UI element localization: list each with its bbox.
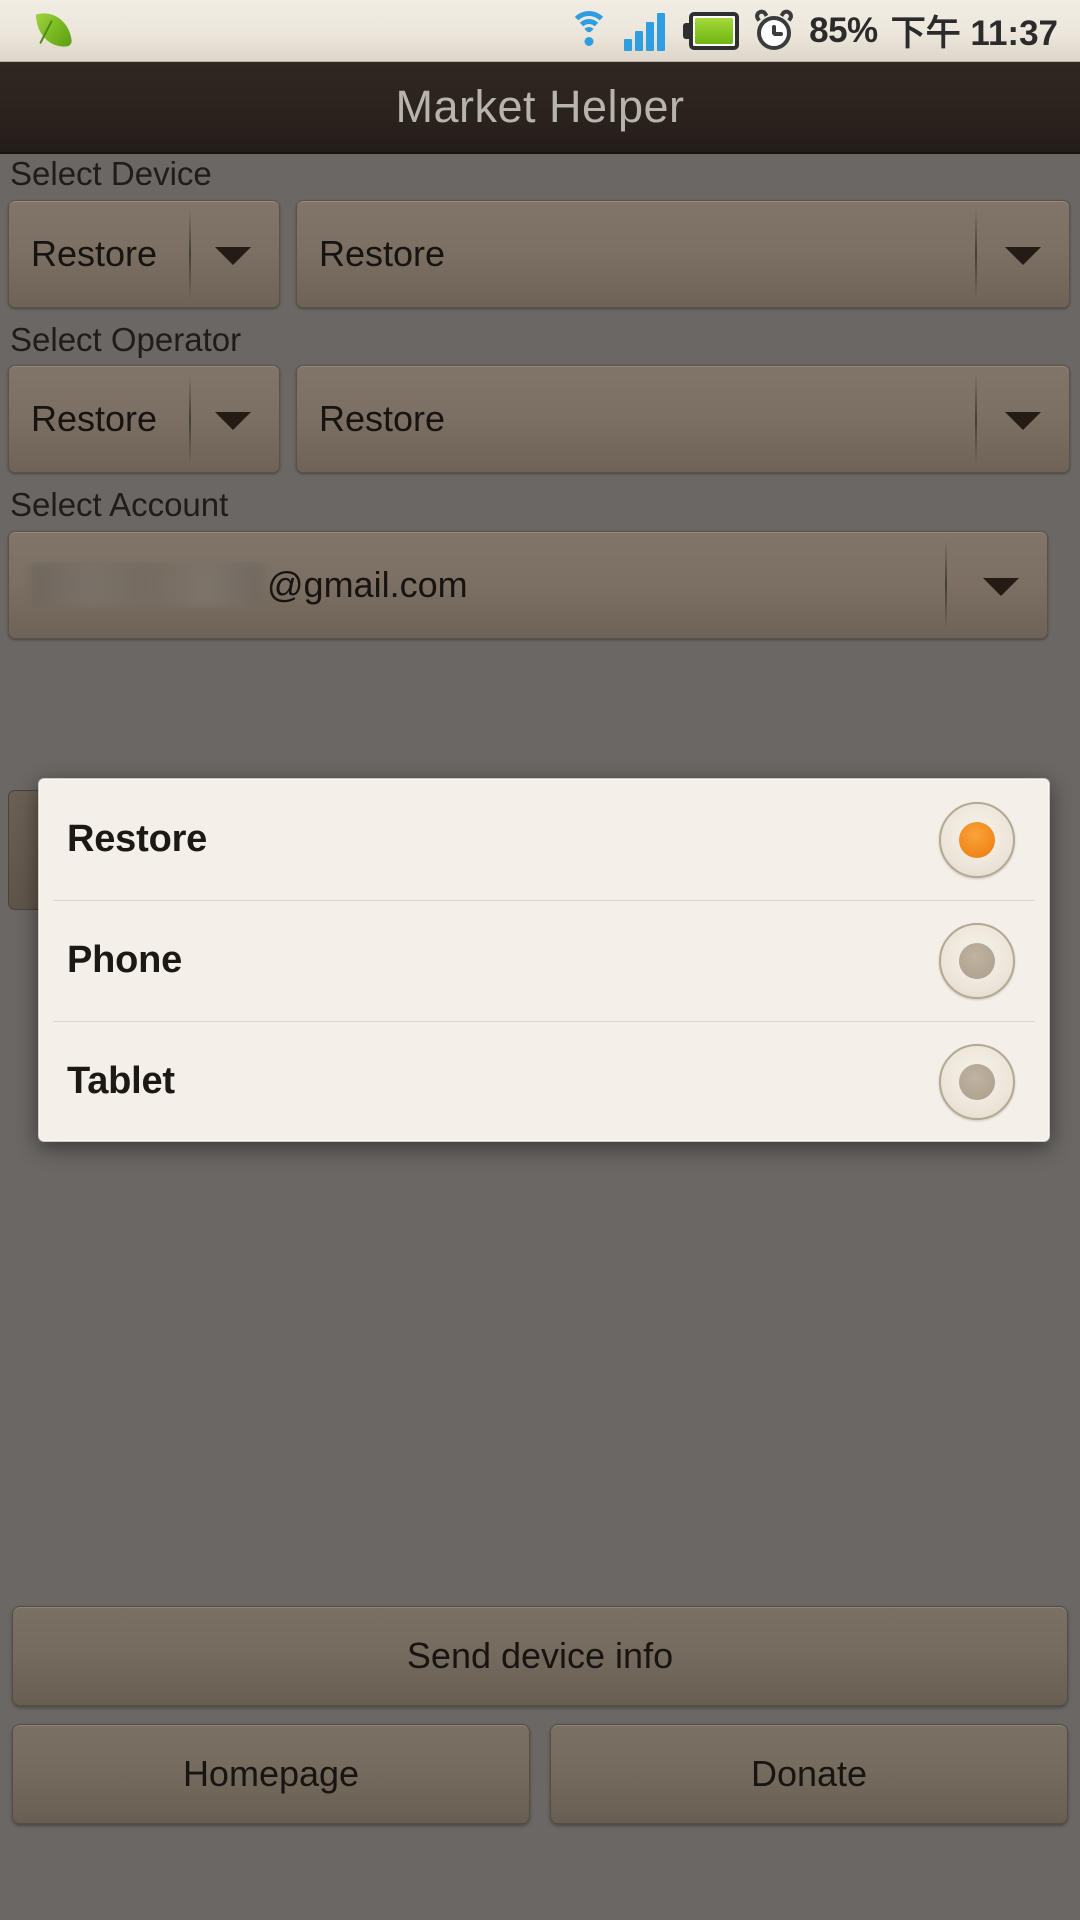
operator-country-spinner-value: Restore bbox=[31, 398, 158, 440]
dialog-option-tablet[interactable]: Tablet bbox=[39, 1021, 1049, 1141]
select-account-group: Select Account @gmail.com bbox=[0, 485, 1080, 639]
operator-name-spinner-value: Restore bbox=[319, 398, 446, 440]
operator-country-spinner[interactable]: Restore bbox=[8, 365, 280, 474]
select-device-group: Select Device Restore Restore bbox=[0, 154, 1080, 308]
account-spinner-value-wrap: @gmail.com bbox=[9, 561, 468, 608]
radio-button-restore[interactable] bbox=[939, 801, 1015, 878]
status-bar-right: 85% 下午 11:37 bbox=[567, 5, 1080, 56]
clock-label: 下午 11:37 bbox=[890, 14, 1058, 53]
bottom-button-row: Homepage Donate bbox=[12, 1724, 1068, 1824]
battery-icon bbox=[683, 11, 740, 50]
device-type-dialog: Restore Phone Tablet bbox=[38, 778, 1050, 1142]
select-operator-row: Restore Restore bbox=[0, 365, 1080, 474]
select-device-label: Select Device bbox=[10, 155, 212, 192]
radio-button-phone[interactable] bbox=[939, 922, 1015, 999]
device-model-spinner-value: Restore bbox=[319, 232, 446, 274]
select-operator-label: Select Operator bbox=[10, 320, 242, 358]
leaf-icon bbox=[34, 9, 74, 52]
spinner-divider bbox=[189, 208, 191, 299]
select-account-row: @gmail.com bbox=[0, 530, 1080, 639]
spinner-divider bbox=[975, 374, 977, 465]
account-spinner-value: @gmail.com bbox=[267, 563, 468, 605]
homepage-button[interactable]: Homepage bbox=[12, 1724, 530, 1824]
redacted-username bbox=[31, 561, 263, 608]
dialog-option-phone[interactable]: Phone bbox=[39, 900, 1049, 1021]
device-type-spinner-value: Restore bbox=[31, 232, 158, 274]
dialog-option-restore[interactable]: Restore bbox=[39, 779, 1049, 900]
dialog-option-label: Phone bbox=[67, 939, 183, 981]
page-title: Market Helper bbox=[395, 81, 685, 132]
chevron-down-icon bbox=[983, 577, 1019, 596]
chevron-down-icon bbox=[1005, 412, 1041, 431]
device-type-spinner[interactable]: Restore bbox=[8, 199, 280, 308]
device-model-spinner[interactable]: Restore bbox=[296, 199, 1070, 308]
radio-button-tablet[interactable] bbox=[939, 1043, 1015, 1120]
send-device-info-button[interactable]: Send device info bbox=[12, 1606, 1068, 1706]
chevron-down-icon bbox=[215, 412, 251, 431]
chevron-down-icon bbox=[1005, 246, 1041, 265]
select-device-row: Restore Restore bbox=[0, 199, 1080, 308]
dialog-option-label: Restore bbox=[67, 818, 208, 860]
app-title-bar: Market Helper bbox=[0, 62, 1080, 154]
spinner-divider bbox=[945, 539, 947, 630]
donate-button[interactable]: Donate bbox=[550, 1724, 1068, 1824]
select-account-label: Select Account bbox=[10, 486, 229, 524]
signal-bars-icon bbox=[624, 11, 670, 51]
select-operator-group: Select Operator Restore Restore bbox=[0, 320, 1080, 474]
operator-name-spinner[interactable]: Restore bbox=[296, 365, 1070, 474]
alarm-clock-icon bbox=[752, 6, 796, 52]
account-spinner[interactable]: @gmail.com bbox=[8, 530, 1048, 639]
status-bar: 85% 下午 11:37 bbox=[0, 0, 1080, 62]
dialog-option-label: Tablet bbox=[67, 1060, 175, 1102]
status-bar-left bbox=[0, 9, 74, 52]
battery-percent-label: 85% bbox=[809, 10, 878, 50]
wifi-icon bbox=[567, 10, 611, 51]
chevron-down-icon bbox=[215, 246, 251, 265]
spinner-divider bbox=[189, 374, 191, 465]
spinner-divider bbox=[975, 208, 977, 299]
